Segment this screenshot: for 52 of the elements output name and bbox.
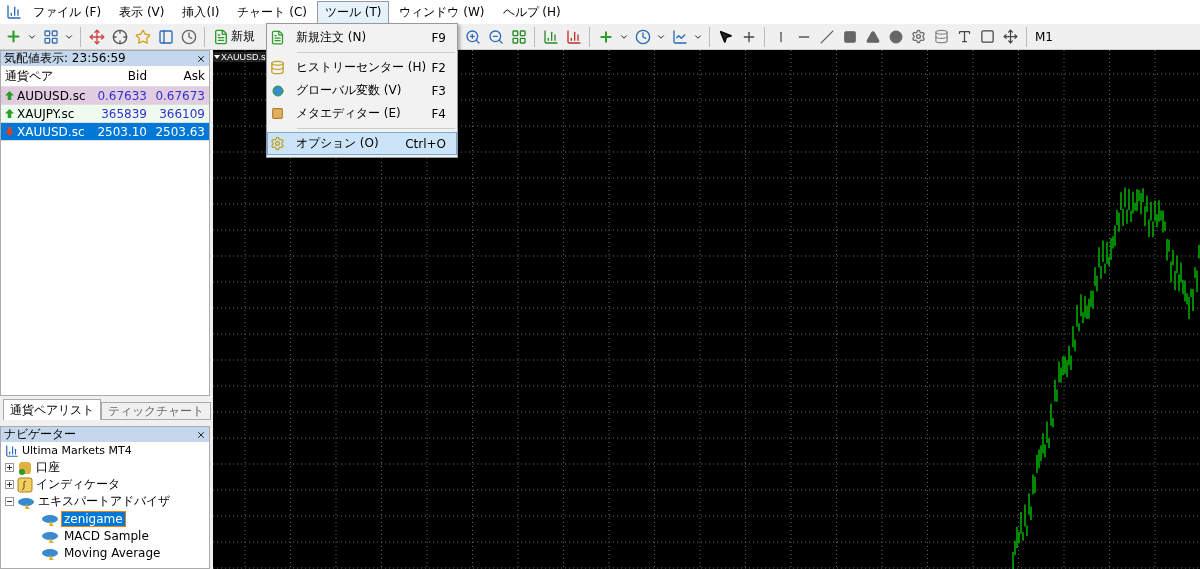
- tree-item[interactable]: 口座: [36, 459, 60, 476]
- menu-item[interactable]: 表示 (V): [111, 0, 173, 24]
- menu-option[interactable]: オプション (O) Ctrl+O: [267, 132, 457, 155]
- menu-item[interactable]: ウィンドウ (W): [391, 0, 493, 24]
- tree-item[interactable]: エキスパートアドバイザ: [38, 493, 170, 510]
- menu-item[interactable]: ツール (T): [316, 0, 390, 24]
- tree-item[interactable]: Ultima Markets MT4: [22, 444, 132, 457]
- expand-icon[interactable]: [5, 463, 14, 472]
- ask-cell-text: 366109: [158, 106, 206, 121]
- collapse-icon[interactable]: [5, 497, 14, 506]
- ask-cell-text: 2503.63: [154, 124, 206, 139]
- indicator-icon: [17, 476, 33, 493]
- panel-tab[interactable]: 通貨ペアリスト: [3, 399, 101, 420]
- symbol-cell: XAUUSD.sc: [1, 124, 93, 139]
- document-plus-icon: [213, 28, 229, 45]
- panel-title: ナビゲーター: [4, 427, 76, 443]
- chart-tab[interactable]: XAUUSD.s: [213, 52, 267, 62]
- ask-cell-text: 0.67673: [154, 88, 206, 103]
- close-icon[interactable]: [196, 53, 206, 64]
- expand-icon[interactable]: [5, 480, 14, 489]
- tree-item[interactable]: インディケータ: [36, 476, 120, 493]
- close-icon[interactable]: [196, 429, 206, 440]
- column-header: Ask: [182, 69, 206, 83]
- symbol-cell: XAUJPY.sc: [1, 106, 93, 121]
- menu-item[interactable]: ファイル (F): [25, 0, 110, 24]
- bid-cell-text: 2503.10: [96, 124, 148, 139]
- timeframe-button[interactable]: M1: [1033, 25, 1055, 48]
- tree-item[interactable]: zenigame: [62, 511, 125, 526]
- new-order-button[interactable]: 新規: [211, 25, 257, 48]
- symbol-row[interactable]: XAUJPY.sc 365839 366109: [1, 105, 209, 123]
- account-icon: [17, 459, 33, 476]
- panel-title: 気配値表示: 23:56:59: [4, 50, 126, 67]
- caret-icon: [214, 55, 220, 59]
- column-header: Bid: [126, 69, 148, 83]
- symbol-cell: AUDUSD.sc: [1, 88, 93, 103]
- menu-item[interactable]: チャート (C): [229, 0, 315, 24]
- tree-item[interactable]: Moving Average: [62, 545, 163, 560]
- terminal-icon: [5, 443, 19, 458]
- app-logo-icon: [4, 2, 23, 22]
- panel-tab[interactable]: ティックチャート: [101, 402, 211, 420]
- bid-cell-text: 365839: [100, 106, 148, 121]
- menu-option[interactable]: ヒストリーセンター (H) F2: [267, 56, 457, 79]
- menu-option[interactable]: グローバル変数 (V) F3: [267, 79, 457, 102]
- tree-item[interactable]: MACD Sample: [62, 528, 151, 543]
- symbol-row[interactable]: AUDUSD.sc 0.67633 0.67673: [1, 87, 209, 105]
- menu-option[interactable]: 新規注文 (N) F9: [267, 26, 457, 49]
- menu-item[interactable]: ヘルプ (H): [494, 0, 569, 24]
- symbol-row[interactable]: XAUUSD.sc 2503.10 2503.63: [1, 123, 209, 141]
- bid-cell-text: 0.67633: [96, 88, 148, 103]
- column-header: 通貨ペア: [4, 67, 54, 85]
- menu-option[interactable]: メタエディター (E) F4: [267, 102, 457, 125]
- menu-item[interactable]: 挿入(I): [174, 0, 228, 24]
